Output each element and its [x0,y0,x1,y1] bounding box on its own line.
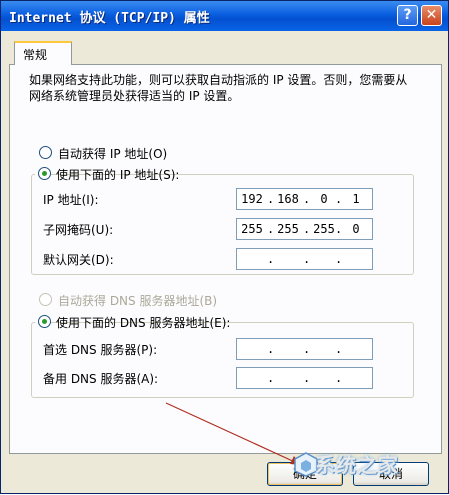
subnet-mask-input[interactable]: 255 . 255 . 255 . 0 [236,218,373,240]
help-icon: ? [403,7,412,23]
octet-separator: . [303,222,311,236]
octet-separator: . [303,192,311,206]
close-icon: ✕ [425,7,438,23]
ip-address-octet-4: 1 [352,192,360,206]
manual-dns-label[interactable]: 使用下面的 DNS 服务器地址(E): [56,314,230,331]
octet-separator: . [335,342,343,356]
preferred-dns-input[interactable]: . . . [236,338,373,360]
ip-address-octet-3: 0 [320,192,328,206]
octet-separator: . [267,342,275,356]
octet-separator: . [335,252,343,266]
tcpip-properties-dialog: Internet 协议 (TCP/IP) 属性 ? ✕ 常规 如果网络支持此功能… [0,0,449,494]
auto-dns-radio[interactable] [39,293,52,306]
ip-address-label: IP 地址(I): [43,193,99,207]
octet-separator: . [303,252,311,266]
auto-ip-label[interactable]: 自动获得 IP 地址(O) [58,145,167,162]
ip-address-octet-1: 192 [241,192,263,206]
manual-dns-radio[interactable] [38,315,51,328]
manual-ip-label[interactable]: 使用下面的 IP 地址(S): [56,166,179,183]
default-gateway-label: 默认网关(D): [43,253,114,267]
auto-dns-label[interactable]: 自动获得 DNS 服务器地址(B) [58,292,217,309]
subnet-mask-octet-2: 255 [277,222,299,236]
subnet-mask-octet-3: 255 [313,222,335,236]
tab-general[interactable]: 常规 [14,41,72,65]
alternate-dns-label: 备用 DNS 服务器(A): [43,372,159,386]
subnet-mask-octet-1: 255 [241,222,263,236]
subnet-mask-label: 子网掩码(U): [43,223,114,237]
octet-separator: . [303,342,311,356]
watermark: 系统之家 [293,449,443,479]
octet-separator: . [267,371,275,385]
octet-separator: . [335,371,343,385]
title-bar[interactable]: Internet 协议 (TCP/IP) 属性 ? ✕ [1,1,448,31]
manual-dns-legend: 使用下面的 DNS 服务器地址(E): [35,314,230,330]
octet-separator: . [267,192,275,206]
preferred-dns-label: 首选 DNS 服务器(P): [43,343,158,357]
description-text: 如果网络支持此功能，则可以获取自动指派的 IP 设置。否则，您需要从网络系统管理… [29,73,408,103]
manual-ip-legend: 使用下面的 IP 地址(S): [35,166,179,182]
octet-separator: . [335,192,343,206]
alternate-dns-input[interactable]: . . . [236,367,373,389]
subnet-mask-octet-4: 0 [352,222,360,236]
octet-separator: . [267,252,275,266]
help-button[interactable]: ? [397,5,418,26]
window-title: Internet 协议 (TCP/IP) 属性 [9,11,210,26]
watermark-text: 系统之家 [315,453,399,477]
octet-separator: . [335,222,343,236]
default-gateway-input[interactable]: . . . [236,248,373,270]
ip-address-input[interactable]: 192 . 168 . 0 . 1 [236,188,373,210]
manual-ip-radio[interactable] [38,167,51,180]
close-button[interactable]: ✕ [421,5,442,26]
octet-separator: . [267,222,275,236]
auto-ip-radio[interactable] [39,146,52,159]
ip-address-octet-2: 168 [277,192,299,206]
octet-separator: . [303,371,311,385]
